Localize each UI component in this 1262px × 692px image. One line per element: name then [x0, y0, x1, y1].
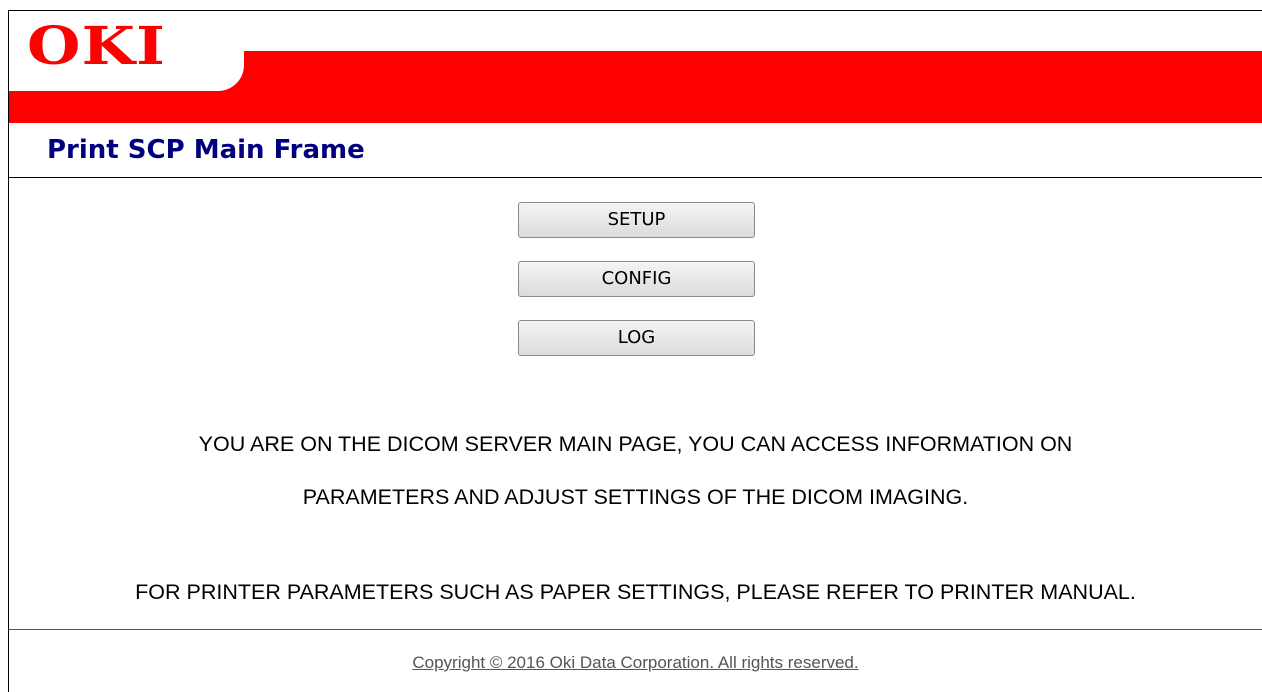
button-group: SETUP CONFIG LOG [518, 202, 755, 379]
page-title: Print SCP Main Frame [47, 135, 365, 165]
header-banner: OKI [9, 11, 1262, 123]
log-button[interactable]: LOG [518, 320, 755, 356]
info-message-line-2: PARAMETERS AND ADJUST SETTINGS OF THE DI… [302, 485, 969, 509]
config-button[interactable]: CONFIG [518, 261, 755, 297]
info-message-line-1: YOU ARE ON THE DICOM SERVER MAIN PAGE, Y… [198, 432, 1073, 456]
copyright-link[interactable]: Copyright © 2016 Oki Data Corporation. A… [9, 653, 1262, 673]
footer-divider [9, 629, 1262, 630]
setup-button[interactable]: SETUP [518, 202, 755, 238]
main-frame: OKI Print SCP Main Frame SETUP CONFIG LO… [8, 10, 1262, 692]
printer-manual-note: FOR PRINTER PARAMETERS SUCH AS PAPER SET… [135, 580, 1136, 604]
oki-logo: OKI [27, 16, 167, 77]
title-bar: Print SCP Main Frame [9, 123, 1262, 178]
